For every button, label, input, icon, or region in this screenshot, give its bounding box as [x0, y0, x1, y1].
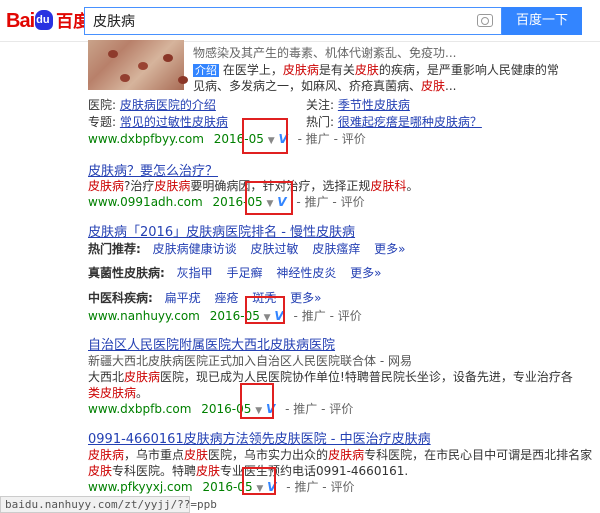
- result1-url-row: www.dxbpfbyy.com 2016-05 ▼ V - 推广 - 评价: [88, 132, 366, 146]
- review-link[interactable]: 评价: [338, 309, 362, 323]
- result5-url-row: www.pfkyyxj.com 2016-05 ▼ V - 推广 - 评价: [88, 480, 355, 494]
- promo-label[interactable]: 推广: [306, 132, 330, 146]
- intro-tag: 介绍: [193, 64, 219, 77]
- highlight-box: [242, 467, 276, 495]
- result5-title[interactable]: 0991-4660161皮肤病方法领先皮肤医院 - 中医治疗皮肤病: [88, 428, 431, 447]
- review-link[interactable]: 评价: [329, 402, 353, 416]
- promo-label[interactable]: 推广: [302, 309, 326, 323]
- result5-line1: 皮肤病，乌市重点皮肤医院，乌市实力出众的皮肤病专科医院，在市民心目中可谓是西北排…: [88, 448, 593, 462]
- result2-url-row: www.0991adh.com 2016-05 ▼ V - 推广 - 评价: [88, 195, 365, 209]
- sitelink[interactable]: 扁平疣: [165, 291, 201, 305]
- result1-hot-row: 热门: 很难起疙瘩是哪种皮肤病？: [306, 115, 482, 129]
- logo-text: Bai: [6, 10, 35, 32]
- paw-icon: [35, 7, 54, 33]
- result4-line1: 新疆大西北皮肤病医院正式加入自治区人民医院联合体 - 网易: [88, 354, 412, 368]
- sitelink[interactable]: 皮肤病健康访谈: [153, 242, 237, 256]
- result1-snippet-line1: 物感染及其产生的毒素、机体代谢紊乱、免疫功...: [193, 46, 457, 60]
- topic-link[interactable]: 常见的过敏性皮肤病: [120, 115, 228, 129]
- result1-topic-row: 专题: 常见的过敏性皮肤病: [88, 115, 228, 129]
- sitelink[interactable]: 皮肤过敏: [250, 242, 298, 256]
- result3-row2: 真菌性皮肤病: 灰指甲 手足癣 神经性皮炎 更多»: [88, 266, 382, 280]
- result5-url[interactable]: www.pfkyyxj.com: [88, 480, 193, 494]
- focus-link[interactable]: 季节性皮肤病: [338, 98, 410, 112]
- result1-hospital-row: 医院: 皮肤病医院的介绍: [88, 98, 216, 112]
- highlight-box: [240, 383, 274, 419]
- hot-link[interactable]: 很难起疙瘩是哪种皮肤病？: [338, 115, 482, 129]
- hospital-link[interactable]: 皮肤病医院的介绍: [120, 98, 216, 112]
- promo-label[interactable]: 推广: [294, 480, 318, 494]
- highlight-box: [242, 118, 288, 154]
- promo-label[interactable]: 推广: [305, 195, 329, 209]
- result4-url[interactable]: www.dxbpfb.com: [88, 402, 191, 416]
- search-button[interactable]: 百度一下: [502, 7, 582, 35]
- search-box: [84, 7, 502, 35]
- result4-title[interactable]: 自治区人民医院附属医院大西北皮肤病医院: [88, 334, 335, 353]
- result1-url[interactable]: www.dxbpfbyy.com: [88, 132, 204, 146]
- highlight-box: [245, 181, 293, 215]
- sitelink[interactable]: 灰指甲: [177, 266, 213, 280]
- more-link[interactable]: 更多»: [350, 266, 381, 280]
- result3-url-row: www.nanhuyy.com 2016-05 ▼ V - 推广 - 评价: [88, 309, 362, 323]
- result2-url[interactable]: www.0991adh.com: [88, 195, 203, 209]
- result3-row3: 中医科疾病: 扁平疣 痤疮 斑秃 更多»: [88, 291, 322, 305]
- result4-url-row: www.dxbpfb.com 2016-05 ▼ V - 推广 - 评价: [88, 402, 354, 416]
- review-link[interactable]: 评价: [341, 195, 365, 209]
- result4-line2: 大西北皮肤病医院，现已成为人民医院协作单位!特聘普民院长坐诊，设备先进，专业治疗…: [88, 370, 573, 384]
- baidu-logo[interactable]: Bai百度: [6, 7, 90, 34]
- status-bar-url: baidu.nanhuyy.com/zt/yyjj/??=ppb: [0, 496, 217, 513]
- result4-line3: 类皮肤病。: [88, 386, 149, 400]
- sitelink[interactable]: 神经性皮炎: [276, 266, 336, 280]
- more-link[interactable]: 更多»: [290, 291, 321, 305]
- review-link[interactable]: 评价: [342, 132, 366, 146]
- sitelink[interactable]: 痤疮: [214, 291, 238, 305]
- result3-title[interactable]: 皮肤病「2016」皮肤病医院排名 - 慢性皮肤病: [88, 221, 355, 240]
- header-bar: Bai百度 百度一下: [0, 0, 600, 42]
- result3-url[interactable]: www.nanhuyy.com: [88, 309, 200, 323]
- more-link[interactable]: 更多»: [374, 242, 405, 256]
- result1-focus-row: 关注: 季节性皮肤病: [306, 98, 410, 112]
- result1-snippet-line2: 介绍 在医学上，皮肤病是有关皮肤的疾病，是严重影响人民健康的常: [193, 63, 559, 77]
- promo-label[interactable]: 推广: [293, 402, 317, 416]
- result1-snippet-line3: 见病、多发病之一，如麻风、疥疮真菌病、皮肤...: [193, 79, 457, 93]
- search-input[interactable]: [85, 8, 465, 34]
- review-link[interactable]: 评价: [330, 480, 354, 494]
- camera-icon[interactable]: [477, 14, 493, 27]
- result-thumbnail[interactable]: [88, 40, 184, 90]
- sitelink[interactable]: 手足癣: [226, 266, 262, 280]
- highlight-box: [245, 296, 285, 324]
- result3-row1: 热门推荐: 皮肤病健康访谈 皮肤过敏 皮肤瘙痒 更多»: [88, 242, 406, 256]
- sitelink[interactable]: 皮肤瘙痒: [312, 242, 360, 256]
